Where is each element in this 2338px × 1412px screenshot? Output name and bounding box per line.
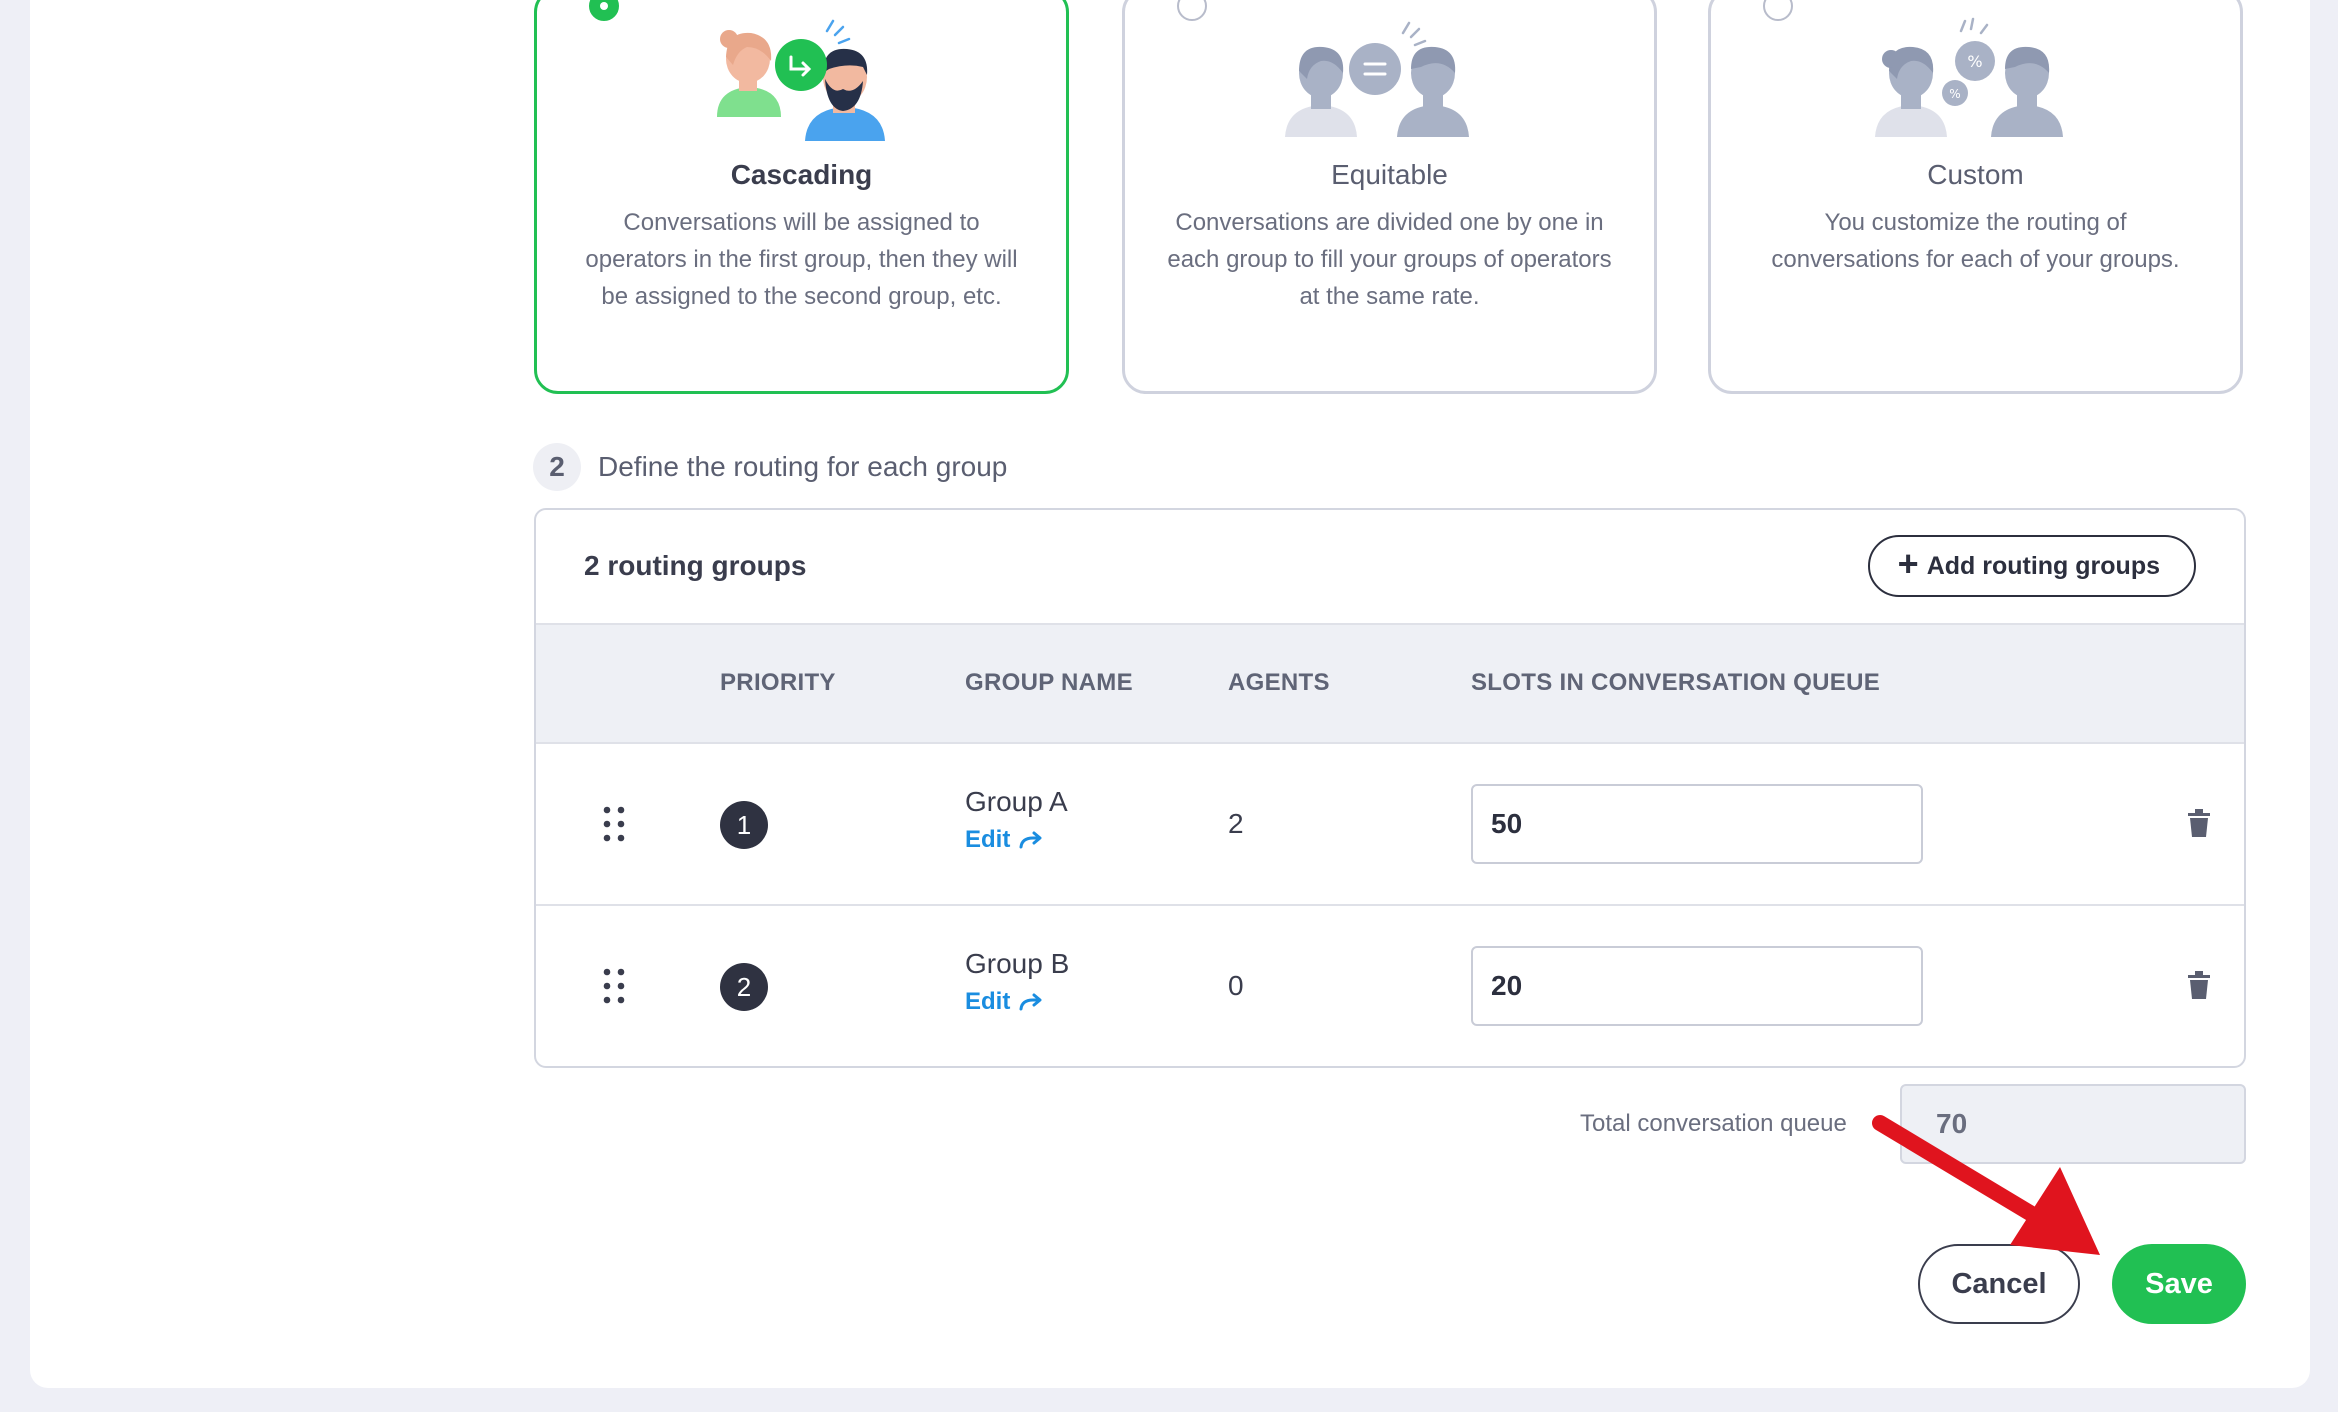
slots-input[interactable] (1471, 946, 1923, 1026)
group-name: Group A (965, 786, 1068, 817)
strategy-card-custom[interactable]: % % Custom You customize the routing of … (1708, 0, 2243, 394)
card-description-custom: You customize the routing of conversatio… (1771, 209, 2180, 273)
routing-groups-header: 2 routing groups + Add routing groups (536, 510, 2244, 625)
strategy-card-cascading[interactable]: Cascading Conversations will be assigned… (534, 0, 1069, 394)
edit-group-link[interactable]: Edit (965, 826, 1044, 854)
routing-groups-table: 2 routing groups + Add routing groups PR… (534, 508, 2246, 1068)
card-description-equitable: Conversations are divided one by one in … (1167, 209, 1612, 310)
custom-illustration-icon: % % (1875, 17, 2063, 137)
routing-groups-count: 2 routing groups (584, 550, 807, 581)
plus-icon: + (1897, 543, 1919, 584)
priority-badge: 2 (720, 963, 768, 1011)
annotation-arrow-icon (1872, 1115, 2100, 1255)
edit-label: Edit (965, 826, 1011, 853)
step-label: Define the routing for each group (598, 451, 1008, 482)
column-header-priority: PRIORITY (720, 669, 836, 696)
redirect-arrow-icon (1019, 831, 1042, 849)
edit-label: Edit (965, 988, 1011, 1015)
card-title-equitable: Equitable (1331, 159, 1448, 190)
cascading-illustration-icon (717, 19, 885, 141)
slots-input[interactable] (1471, 784, 1923, 864)
radio-cascading[interactable] (589, 0, 619, 21)
add-routing-groups-label: Add routing groups (1926, 551, 2160, 580)
redirect-arrow-icon (1019, 993, 1042, 1011)
equitable-illustration-icon (1285, 21, 1469, 137)
drag-handle-icon[interactable] (602, 806, 626, 842)
svg-text:%: % (1967, 52, 1982, 71)
card-title-cascading: Cascading (730, 159, 873, 190)
column-header-agents: AGENTS (1228, 669, 1330, 696)
agents-count: 0 (1228, 970, 1244, 1001)
add-routing-groups-button[interactable]: + Add routing groups (1867, 535, 2196, 597)
radio-equitable[interactable] (1177, 0, 1207, 21)
total-queue-label: Total conversation queue (1580, 1110, 1847, 1137)
table-header-row: PRIORITY GROUP NAME AGENTS SLOTS IN CONV… (536, 625, 2244, 744)
table-row: 2 Group B Edit 0 (536, 906, 2244, 1066)
priority-badge: 1 (720, 801, 768, 849)
group-name: Group B (965, 948, 1070, 979)
table-row: 1 Group A Edit 2 (536, 744, 2244, 906)
step-number-badge: 2 (533, 443, 581, 491)
agents-count: 2 (1228, 808, 1244, 839)
trash-icon[interactable] (2186, 808, 2212, 838)
column-header-slots: SLOTS IN CONVERSATION QUEUE (1471, 669, 1881, 696)
edit-group-link[interactable]: Edit (965, 988, 1044, 1016)
card-title-custom: Custom (1927, 159, 2024, 190)
drag-handle-icon[interactable] (602, 968, 626, 1004)
svg-text:%: % (1949, 87, 1960, 101)
trash-icon[interactable] (2186, 970, 2212, 1000)
radio-custom[interactable] (1763, 0, 1793, 21)
column-header-group-name: GROUP NAME (965, 669, 1133, 696)
strategy-card-equitable[interactable]: Equitable Conversations are divided one … (1122, 0, 1657, 394)
card-description-cascading: Conversations will be assigned to operat… (585, 209, 1018, 310)
